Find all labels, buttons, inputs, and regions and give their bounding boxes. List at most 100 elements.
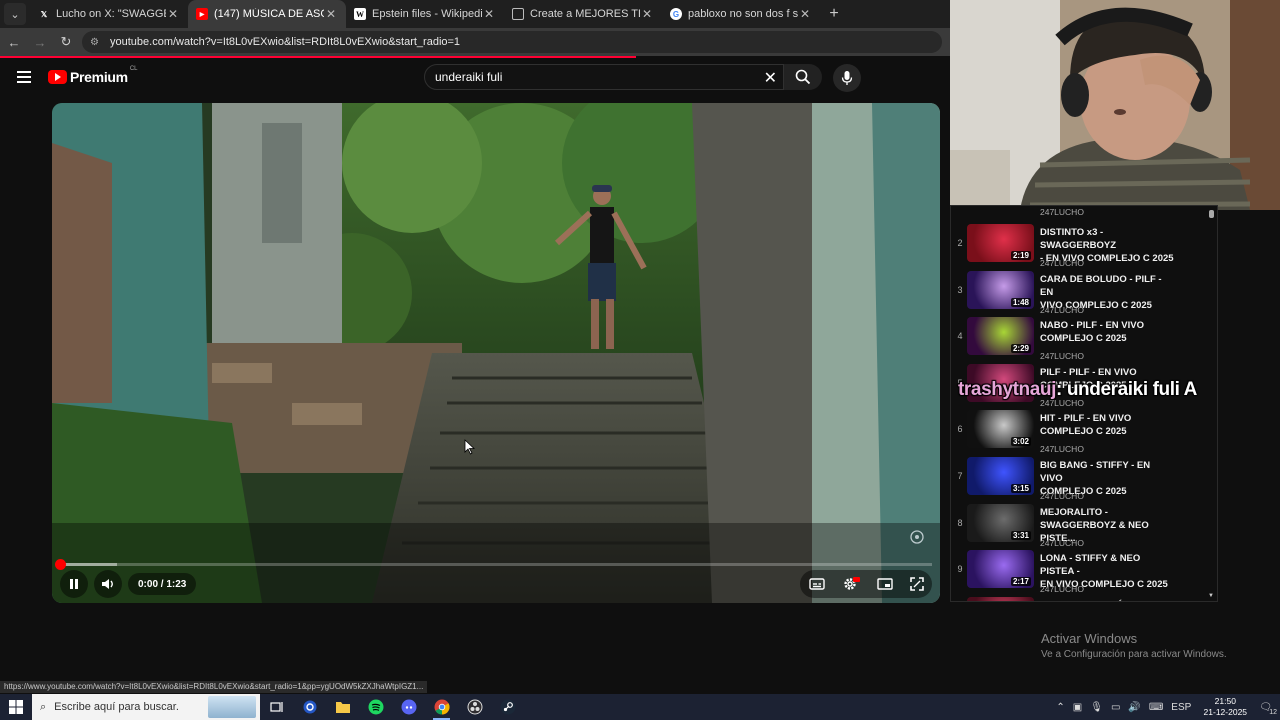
close-tab-icon[interactable]: ✕ <box>324 7 338 21</box>
microphone-tray-icon[interactable]: 🎙 <box>1090 702 1103 713</box>
playlist-prev-channel: 247LUCHO <box>1040 207 1084 217</box>
playlist-item[interactable]: 3 1:48 CARA DE BOLUDO - PILF - EN VIVO COM… <box>951 265 1213 315</box>
app-circle-icon <box>303 700 316 714</box>
playlist-scrollbar[interactable] <box>1209 210 1214 218</box>
task-view-button[interactable] <box>260 694 293 720</box>
taskbar-app-1[interactable] <box>293 694 326 720</box>
youtube-logo[interactable]: Premium CL <box>48 66 137 85</box>
steam-icon <box>500 699 515 715</box>
playlist-item-title[interactable]: NABO - PILF - EN VIVO COMPLEJO C 2025 <box>1040 319 1175 345</box>
streamer-webcam-image <box>950 0 1280 210</box>
voice-search-button[interactable] <box>833 64 861 92</box>
clock-date: 21-12-2025 <box>1203 707 1248 717</box>
playlist-item-index: 2 <box>957 238 963 248</box>
playlist-item-thumbnail[interactable]: 3:02 <box>967 410 1034 449</box>
reload-icon[interactable]: ↻ <box>54 30 78 54</box>
video-frame <box>52 103 940 603</box>
taskbar-clock[interactable]: 21:50 21-12-2025 <box>1195 696 1255 718</box>
close-tab-icon[interactable]: ✕ <box>798 7 812 21</box>
right-controls <box>800 570 932 598</box>
playlist-item[interactable]: 10ESTILO GUARANÍ - STIFFY & <box>951 591 1213 601</box>
playlist-item-thumbnail[interactable] <box>967 596 1034 601</box>
microphone-icon <box>841 71 853 85</box>
clear-search-icon[interactable]: ✕ <box>764 68 777 88</box>
playlist-item-duration: 3:02 <box>1010 437 1031 447</box>
volume-icon <box>102 579 113 589</box>
time-display: 0:00 / 1:23 <box>128 573 197 595</box>
steam-button[interactable] <box>491 694 524 720</box>
search-button[interactable] <box>784 64 822 90</box>
file-explorer-button[interactable] <box>326 694 359 720</box>
spotify-button[interactable] <box>359 694 392 720</box>
pause-icon <box>70 579 78 589</box>
playlist-item-title[interactable]: HIT - PILF - EN VIVO COMPLEJO C 2025 <box>1040 412 1175 438</box>
spotify-icon <box>368 699 383 715</box>
playlist-item-thumbnail[interactable]: 2:17 <box>967 550 1034 589</box>
browser-tab[interactable]: 𝕏 Lucho on X: "SWAGGERPALOOZ ✕ <box>30 0 188 28</box>
playlist-panel: 247LUCHO 2 2:19 DISTINTO x3 - SWAGGERBOYZ … <box>950 205 1218 602</box>
playlist-item-thumbnail[interactable]: 3:15 <box>967 457 1034 495</box>
playlist-item-duration: 2:17 <box>1010 577 1031 587</box>
network-icon[interactable]: ▭ <box>1111 702 1120 713</box>
playlist-item[interactable]: 8 3:31 MEJORALITO - SWAGGERBOYZ & NEO PIST… <box>951 498 1213 548</box>
search-input[interactable]: underaiki fuli ✕ <box>424 64 784 90</box>
subtitles-icon[interactable] <box>808 578 825 590</box>
chat-separator: : <box>1056 379 1062 400</box>
browser-tab[interactable]: G pabloxo no son dos f son clone ✕ <box>662 0 820 28</box>
playlist-item-duration: 3:15 <box>1010 484 1031 493</box>
obs-button[interactable] <box>458 694 491 720</box>
chrome-icon <box>434 699 450 715</box>
language-indicator[interactable]: ESP <box>1171 702 1191 713</box>
scrubber-handle[interactable] <box>55 559 66 570</box>
playlist-item[interactable]: 2 2:19 DISTINTO x3 - SWAGGERBOYZ - EN VIVO… <box>951 218 1213 268</box>
playlist-item-thumbnail[interactable]: 2:19 <box>967 224 1034 262</box>
notifications-icon[interactable]: 🗨 12 <box>1259 702 1277 716</box>
play-pause-control <box>60 570 88 598</box>
playlist-item-index: 8 <box>957 517 963 528</box>
x-logo-icon: 𝕏 <box>40 9 48 19</box>
clock-time: 21:50 <box>1214 696 1236 706</box>
playlist-item-index: 6 <box>957 424 963 435</box>
browser-tab[interactable]: W Epstein files - Wikipedia ✕ <box>346 0 504 28</box>
browser-tab[interactable]: Create a MEJORES TEMAS DEL ✕ <box>504 0 662 28</box>
forward-arrow-icon[interactable]: → <box>28 30 52 54</box>
site-info-icon[interactable]: ⚙ <box>90 37 104 48</box>
playlist-item-thumbnail[interactable]: 2:29 <box>967 317 1034 356</box>
back-arrow-icon[interactable]: ← <box>2 30 26 54</box>
discord-button[interactable] <box>392 694 425 720</box>
playlist-item-thumbnail[interactable]: 3:31 <box>967 503 1034 542</box>
youtube-icon: ▶ <box>196 8 208 20</box>
menu-icon[interactable] <box>17 71 31 83</box>
miniplayer-icon[interactable] <box>876 578 893 590</box>
close-tab-icon[interactable]: ✕ <box>640 7 654 21</box>
channel-watermark-icon[interactable] <box>909 529 925 545</box>
settings-gear-icon[interactable] <box>842 576 860 592</box>
playlist-item[interactable]: 7 3:15 BIG BANG - STIFFY - EN VIVO COMPLEJ… <box>951 451 1213 501</box>
browser-tab-active[interactable]: ▶ (147) MÚSICA DE ASCENSOR x ✕ <box>188 0 346 28</box>
fullscreen-icon[interactable] <box>909 577 924 591</box>
chrome-button[interactable] <box>425 694 458 720</box>
mute-button[interactable] <box>94 570 122 598</box>
close-tab-icon[interactable]: ✕ <box>482 7 496 21</box>
address-bar[interactable]: ⚙ youtube.com/watch?v=It8L0vEXwio&list=R… <box>82 31 942 53</box>
tab-search-button[interactable]: ⌄ <box>4 3 26 25</box>
video-player[interactable]: 0:00 / 1:23 <box>52 103 940 603</box>
taskbar-search-box[interactable]: ⌕ Escribe aquí para buscar. <box>32 694 260 720</box>
new-tab-button[interactable]: + <box>824 4 844 24</box>
playlist-item[interactable]: 9 2:17 LONA - STIFFY & NEO PISTEA - EN VIV… <box>951 544 1213 594</box>
search-highlight-image <box>208 696 256 718</box>
playlist-item-title[interactable]: ESTILO GUARANÍ - STIFFY & <box>1040 599 1175 601</box>
playlist-item-thumbnail[interactable]: 1:48 <box>967 270 1034 309</box>
usb-icon[interactable]: ▣ <box>1073 702 1082 713</box>
scroll-down-arrow-icon[interactable]: ▼ <box>1208 593 1214 599</box>
close-tab-icon[interactable]: ✕ <box>166 7 180 21</box>
playlist-item[interactable]: 4 2:29 NABO - PILF - EN VIVO COMPLEJO C 20… <box>951 311 1213 361</box>
pause-button[interactable] <box>60 570 88 598</box>
keyboard-icon[interactable]: ⌨ <box>1149 702 1163 713</box>
show-hidden-icons-icon[interactable]: ⌃ <box>1056 702 1064 713</box>
video-progress-bar[interactable] <box>55 559 932 570</box>
start-button[interactable] <box>0 694 32 720</box>
speaker-icon[interactable]: 🔊 <box>1128 702 1140 713</box>
notification-count: 12 <box>1269 708 1277 716</box>
playlist-item[interactable]: 6 3:02 HIT - PILF - EN VIVO COMPLEJO C 202… <box>951 404 1213 454</box>
